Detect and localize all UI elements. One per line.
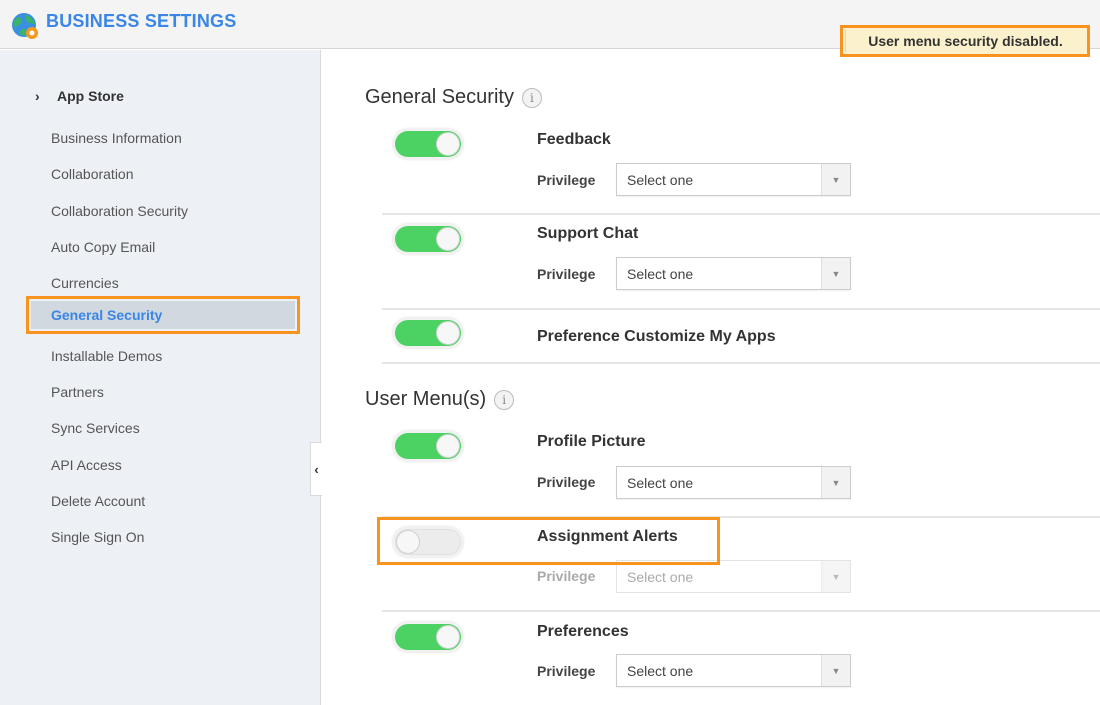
sidebar-item-installable-demos[interactable]: Installable Demos xyxy=(51,348,162,364)
select-value: Select one xyxy=(627,475,694,491)
setting-row-support-chat: Support Chat Privilege Select one ▼ xyxy=(382,215,1100,310)
select-value: Select one xyxy=(627,172,694,188)
status-notice-text: User menu security disabled. xyxy=(845,30,1085,52)
sidebar-item-business-information[interactable]: Business Information xyxy=(51,130,182,146)
setting-label: Feedback xyxy=(537,131,611,148)
main-content: General Security i Feedback Privilege Se… xyxy=(322,50,1100,705)
preferences-toggle[interactable] xyxy=(392,621,464,653)
chevron-down-icon: ▼ xyxy=(821,561,850,592)
setting-row-feedback: Feedback Privilege Select one ▼ xyxy=(382,122,1100,215)
sidebar-item-partners[interactable]: Partners xyxy=(51,384,104,400)
globe-gear-icon xyxy=(12,13,38,39)
feedback-toggle[interactable] xyxy=(392,128,464,160)
app-title: BUSINESS SETTINGS xyxy=(46,11,237,31)
setting-row-profile-picture: Profile Picture Privilege Select one ▼ xyxy=(382,424,1100,518)
sidebar-item-sync-services[interactable]: Sync Services xyxy=(51,420,140,436)
setting-label: Preference Customize My Apps xyxy=(537,328,776,345)
assignment-alerts-toggle[interactable] xyxy=(392,526,464,558)
setting-row-preference-customize-my-apps: Preference Customize My Apps xyxy=(382,310,1100,364)
status-notice: User menu security disabled. xyxy=(840,25,1090,57)
section-title-general-security: General Security i xyxy=(365,86,542,109)
assignment-alerts-privilege-select[interactable]: Select one ▼ xyxy=(616,560,851,593)
select-value: Select one xyxy=(627,569,694,585)
info-icon[interactable]: i xyxy=(494,389,515,410)
sidebar-item-currencies[interactable]: Currencies xyxy=(51,275,119,291)
support-chat-privilege-select[interactable]: Select one ▼ xyxy=(616,257,851,290)
section-title-user-menus: User Menu(s) i xyxy=(365,388,515,411)
setting-label: Assignment Alerts xyxy=(537,528,678,545)
sidebar-group-app-store[interactable]: › App Store xyxy=(35,88,124,104)
setting-row-preferences: Preferences Privilege Select one ▼ xyxy=(382,612,1100,705)
select-value: Select one xyxy=(627,663,694,679)
privilege-label: Privilege xyxy=(537,663,596,679)
preference-customize-my-apps-toggle[interactable] xyxy=(392,317,464,349)
sidebar-collapse-button[interactable]: ‹ xyxy=(310,442,322,496)
chevron-down-icon: ▼ xyxy=(821,655,850,686)
section-title-text: User Menu(s) xyxy=(365,388,487,410)
setting-label: Support Chat xyxy=(537,225,639,242)
info-icon[interactable]: i xyxy=(521,87,542,108)
sidebar-group-label: App Store xyxy=(57,88,124,104)
privilege-label: Privilege xyxy=(537,474,596,490)
setting-label: Preferences xyxy=(537,623,629,640)
chevron-down-icon: ▼ xyxy=(821,258,850,289)
select-value: Select one xyxy=(627,266,694,282)
feedback-privilege-select[interactable]: Select one ▼ xyxy=(616,163,851,196)
sidebar-item-collaboration[interactable]: Collaboration xyxy=(51,166,134,182)
sidebar-item-auto-copy-email[interactable]: Auto Copy Email xyxy=(51,239,155,255)
sidebar-item-delete-account[interactable]: Delete Account xyxy=(51,493,145,509)
sidebar-item-collaboration-security[interactable]: Collaboration Security xyxy=(51,203,188,219)
support-chat-toggle[interactable] xyxy=(392,223,464,255)
profile-picture-privilege-select[interactable]: Select one ▼ xyxy=(616,466,851,499)
sidebar-item-api-access[interactable]: API Access xyxy=(51,457,122,473)
chevron-left-icon: ‹ xyxy=(314,461,319,477)
profile-picture-toggle[interactable] xyxy=(392,430,464,462)
chevron-right-icon: › xyxy=(35,88,40,104)
sidebar-item-label: General Security xyxy=(31,301,295,329)
privilege-label: Privilege xyxy=(537,172,596,188)
chevron-down-icon: ▼ xyxy=(821,164,850,195)
sidebar: › App Store Business Information Collabo… xyxy=(0,50,321,705)
section-title-text: General Security xyxy=(365,86,514,108)
sidebar-item-single-sign-on[interactable]: Single Sign On xyxy=(51,529,144,545)
setting-label: Profile Picture xyxy=(537,433,646,450)
sidebar-item-general-security[interactable]: General Security xyxy=(26,296,300,334)
privilege-label: Privilege xyxy=(537,266,596,282)
chevron-down-icon: ▼ xyxy=(821,467,850,498)
preferences-privilege-select[interactable]: Select one ▼ xyxy=(616,654,851,687)
privilege-label: Privilege xyxy=(537,568,596,584)
setting-row-assignment-alerts: Assignment Alerts Privilege Select one ▼ xyxy=(382,518,1100,612)
